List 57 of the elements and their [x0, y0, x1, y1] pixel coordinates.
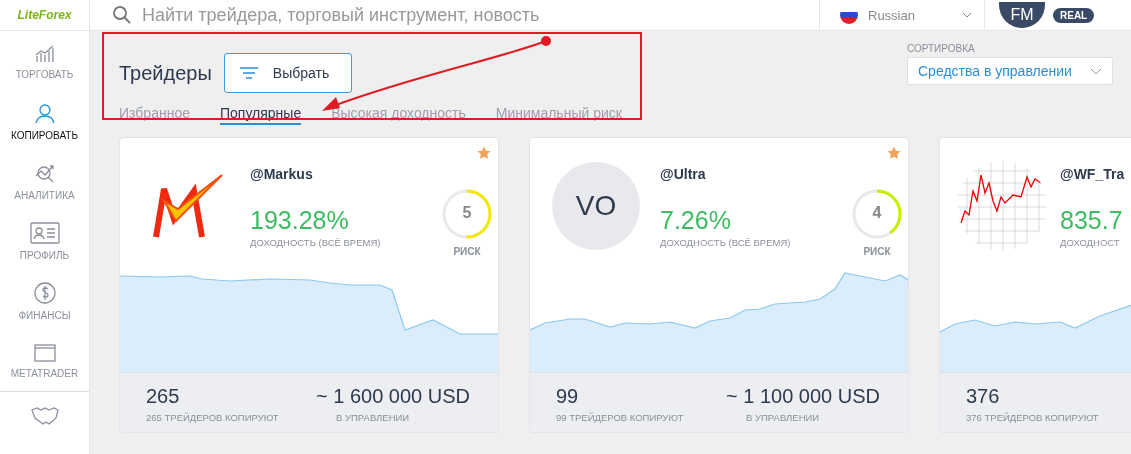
page-title: Трейдеры: [119, 61, 212, 85]
star-icon[interactable]: [477, 146, 491, 160]
copiers-label: 99 ТРЕЙДЕРОВ КОПИРУЮТ: [556, 412, 684, 423]
profile-card-icon: [29, 221, 60, 244]
funds-value: ~ 1 100 000 USD: [726, 385, 880, 408]
copiers-count: 99: [556, 385, 580, 408]
sidebar-item[interactable]: ТОРГОВАТЬ: [0, 31, 89, 91]
filter-button[interactable]: Выбрать: [223, 53, 353, 93]
sort-dropdown[interactable]: Средства в управлении: [907, 57, 1113, 85]
window-icon: [33, 343, 56, 362]
logo[interactable]: LiteForex: [0, 0, 89, 31]
tab[interactable]: Минимальный риск: [495, 105, 622, 125]
caret-icon: [962, 12, 972, 18]
sort-label: СОРТИРОВКА: [907, 43, 976, 54]
language-selector[interactable]: Russian: [819, 0, 985, 31]
trader-card[interactable]: @WF_Tra 835.7 ДОХОДНОСТ 376 376 ТРЕЙДЕРОВ КОПИРУЮТ: [939, 137, 1131, 433]
copiers-count: 265: [146, 385, 181, 408]
copiers-label: 376 ТРЕЙДЕРОВ КОПИРУЮТ: [966, 412, 1099, 423]
return-value: 7.26%: [660, 206, 732, 235]
star-icon[interactable]: [887, 146, 901, 160]
risk-gauge: [851, 188, 903, 240]
caret-icon: [1090, 67, 1102, 75]
return-value: 835.7: [1060, 206, 1124, 235]
sidebar-item[interactable]: ФИНАНСЫ: [0, 271, 89, 331]
risk-label: РИСК: [863, 246, 891, 257]
trader-name[interactable]: @Markus: [250, 166, 425, 182]
risk-value: 5: [462, 204, 472, 222]
sidebar-item[interactable]: METATRADER: [0, 331, 89, 391]
trader-card[interactable]: @Markus 193.28% ДОХОДНОСТЬ (ВСЁ ВРЕМЯ) 5 РИСК 265 265 ТРЕЙДЕРОВ КОПИРУЮТ ~ 1 600 000 USD В УПРАВЛЕНИИ: [119, 137, 499, 433]
return-label: ДОХОДНОСТЬ (ВСЁ ВРЕМЯ): [660, 237, 792, 248]
return-value: 193.28%: [250, 206, 350, 235]
sidebar-item[interactable]: КОПИРОВАТЬ: [0, 91, 89, 151]
dollar-icon: [33, 281, 56, 304]
trader-avatar: VO: [552, 162, 640, 250]
funds-value: ~ 1 600 000 USD: [316, 385, 470, 408]
risk-value: 4: [872, 204, 882, 222]
risk-label: РИСК: [453, 246, 481, 257]
search-icon: [112, 5, 132, 25]
person-icon: [33, 101, 56, 124]
filter-icon: [238, 66, 259, 80]
trader-name[interactable]: @Ultra: [660, 166, 835, 182]
sidebar-item[interactable]: АНАЛИТИКА: [0, 151, 89, 211]
return-label: ДОХОДНОСТ: [1060, 237, 1121, 248]
trader-name[interactable]: @WF_Tra: [1060, 166, 1131, 182]
account-badge: REAL: [1053, 7, 1095, 23]
tab[interactable]: Популярные: [219, 105, 302, 125]
tab[interactable]: Избранное: [119, 105, 190, 125]
risk-gauge: [441, 188, 493, 240]
sidebar-item[interactable]: ПРОФИЛЬ: [0, 211, 89, 271]
funds-label: В УПРАВЛЕНИИ: [745, 412, 821, 423]
user-avatar[interactable]: FM: [999, 2, 1045, 28]
funds-label: В УПРАВЛЕНИИ: [335, 412, 411, 423]
trader-card[interactable]: VO @Ultra 7.26% ДОХОДНОСТЬ (ВСЁ ВРЕМЯ) 4 РИСК 99 99 ТРЕЙДЕРОВ КОПИРУЮТ ~ 1 100 000 USD В УПРАВЛЕНИИ: [529, 137, 909, 433]
copiers-count: 376: [966, 385, 1001, 408]
return-label: ДОХОДНОСТЬ (ВСЁ ВРЕМЯ): [250, 237, 382, 248]
copiers-label: 265 ТРЕЙДЕРОВ КОПИРУЮТ: [146, 412, 279, 423]
tab[interactable]: Высокая доходность: [331, 105, 466, 125]
